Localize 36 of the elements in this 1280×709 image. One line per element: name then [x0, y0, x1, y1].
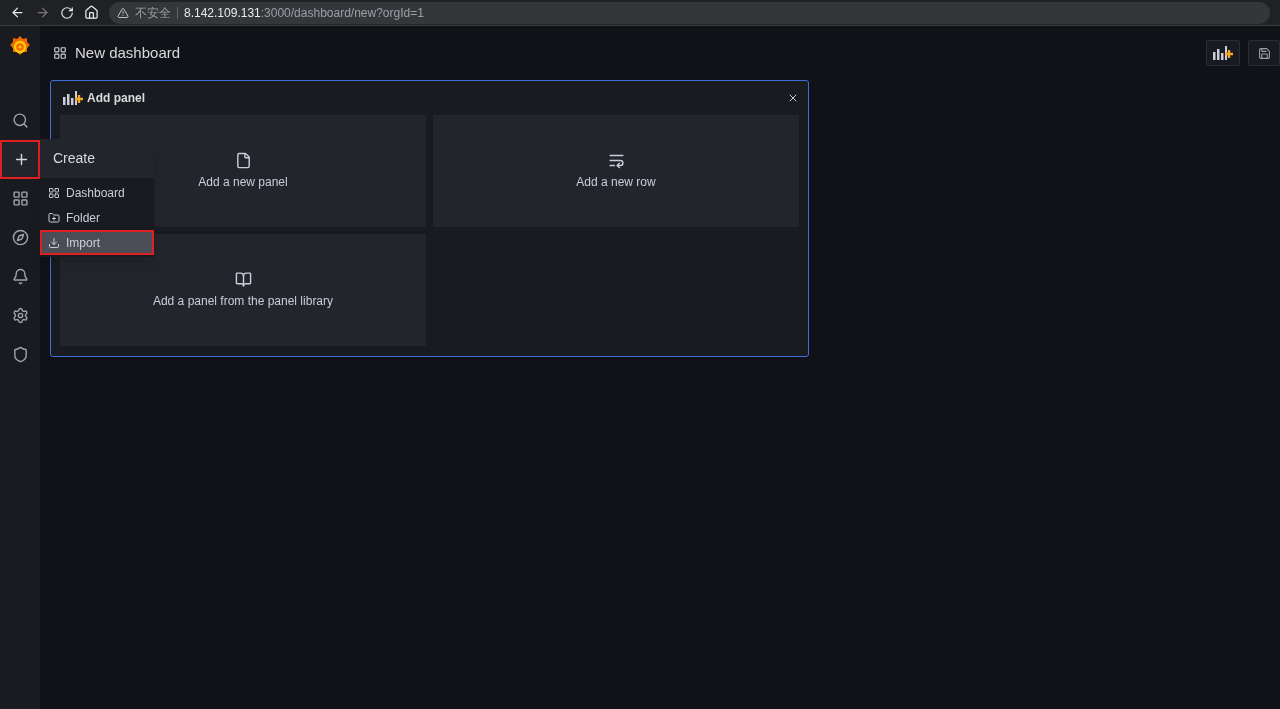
security-label: 不安全	[135, 4, 171, 22]
reload-icon[interactable]	[60, 5, 74, 20]
file-icon	[234, 151, 252, 169]
settings-icon	[11, 307, 29, 324]
search-icon	[11, 112, 29, 129]
compass-icon	[11, 229, 29, 246]
save-icon	[1257, 46, 1271, 60]
forward-icon[interactable]	[35, 5, 50, 20]
option-label: Add a new row	[576, 173, 656, 191]
option-label: Add a new panel	[198, 173, 288, 191]
add-panel-button[interactable]	[1206, 40, 1240, 66]
close-icon[interactable]	[787, 92, 799, 104]
chart-plus-icon	[1213, 46, 1233, 60]
add-option[interactable]: Add a new row	[433, 115, 799, 227]
save-button[interactable]	[1248, 40, 1280, 66]
download-icon	[48, 236, 60, 249]
folder-icon	[48, 211, 60, 224]
grid-icon	[11, 190, 29, 207]
chart-plus-icon	[63, 91, 83, 105]
panel-title: Add panel	[87, 90, 145, 107]
page-title: New dashboard	[75, 42, 181, 63]
menu-title: Create	[40, 139, 154, 178]
grid-icon	[53, 46, 67, 60]
nav-item[interactable]	[0, 140, 40, 179]
bell-icon	[11, 268, 29, 285]
home-icon[interactable]	[84, 5, 99, 20]
menu-item[interactable]: Import	[40, 230, 154, 255]
back-icon[interactable]	[10, 5, 25, 20]
book-icon	[234, 270, 252, 288]
shield-icon	[11, 346, 29, 363]
url-host: 8.142.109.131	[184, 4, 261, 22]
warning-icon	[117, 6, 129, 19]
option-label: Add a panel from the panel library	[152, 292, 334, 310]
grid-icon	[48, 186, 60, 199]
address-bar[interactable]: 不安全 8.142.109.131:3000/dashboard/new?orgId=1	[109, 1, 1270, 24]
url-path: :3000/dashboard/new?orgId=1	[260, 4, 424, 22]
